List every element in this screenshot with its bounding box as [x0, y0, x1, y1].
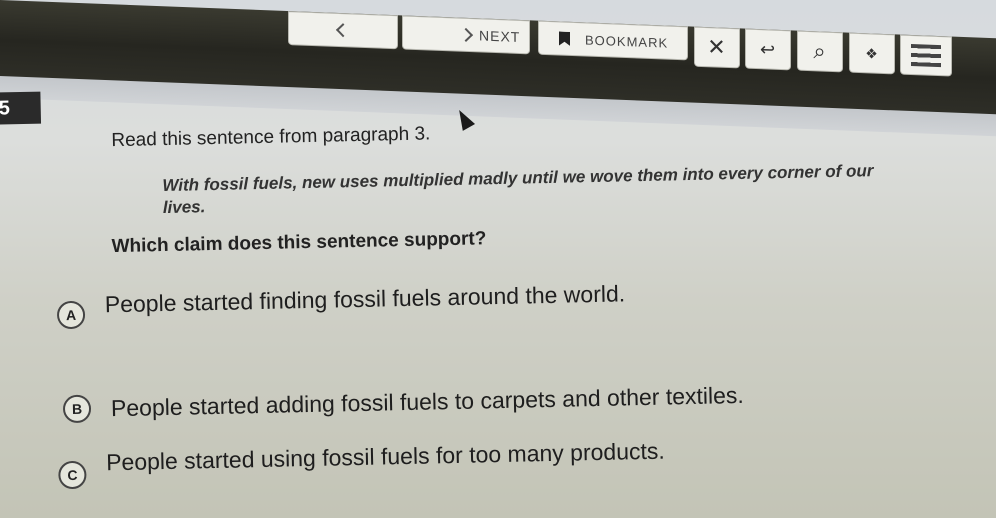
choice-bubble[interactable]: C	[58, 460, 87, 490]
question-prompt: Read this sentence from paragraph 3.	[111, 123, 431, 152]
question-text: Which claim does this sentence support?	[111, 228, 487, 258]
choice-bubble[interactable]: A	[56, 300, 86, 330]
mouse-cursor-icon	[453, 106, 476, 131]
quoted-sentence: With fossil fuels, new uses multiplied m…	[162, 161, 874, 218]
choice-text[interactable]: People started adding fossil fuels to ca…	[111, 381, 744, 421]
answer-choice-b[interactable]: B People started adding fossil fuels to …	[62, 381, 744, 424]
choice-bubble[interactable]: B	[62, 394, 92, 424]
choice-text[interactable]: People started using fossil fuels for to…	[106, 437, 665, 476]
answer-choice-a[interactable]: A People started finding fossil fuels ar…	[56, 280, 626, 330]
answer-choice-c[interactable]: C People started using fossil fuels for …	[58, 437, 665, 490]
question-panel: 5 Read this sentence from paragraph 3. W…	[0, 0, 996, 518]
choice-text[interactable]: People started finding fossil fuels arou…	[105, 280, 626, 318]
question-number: 5	[0, 91, 42, 125]
